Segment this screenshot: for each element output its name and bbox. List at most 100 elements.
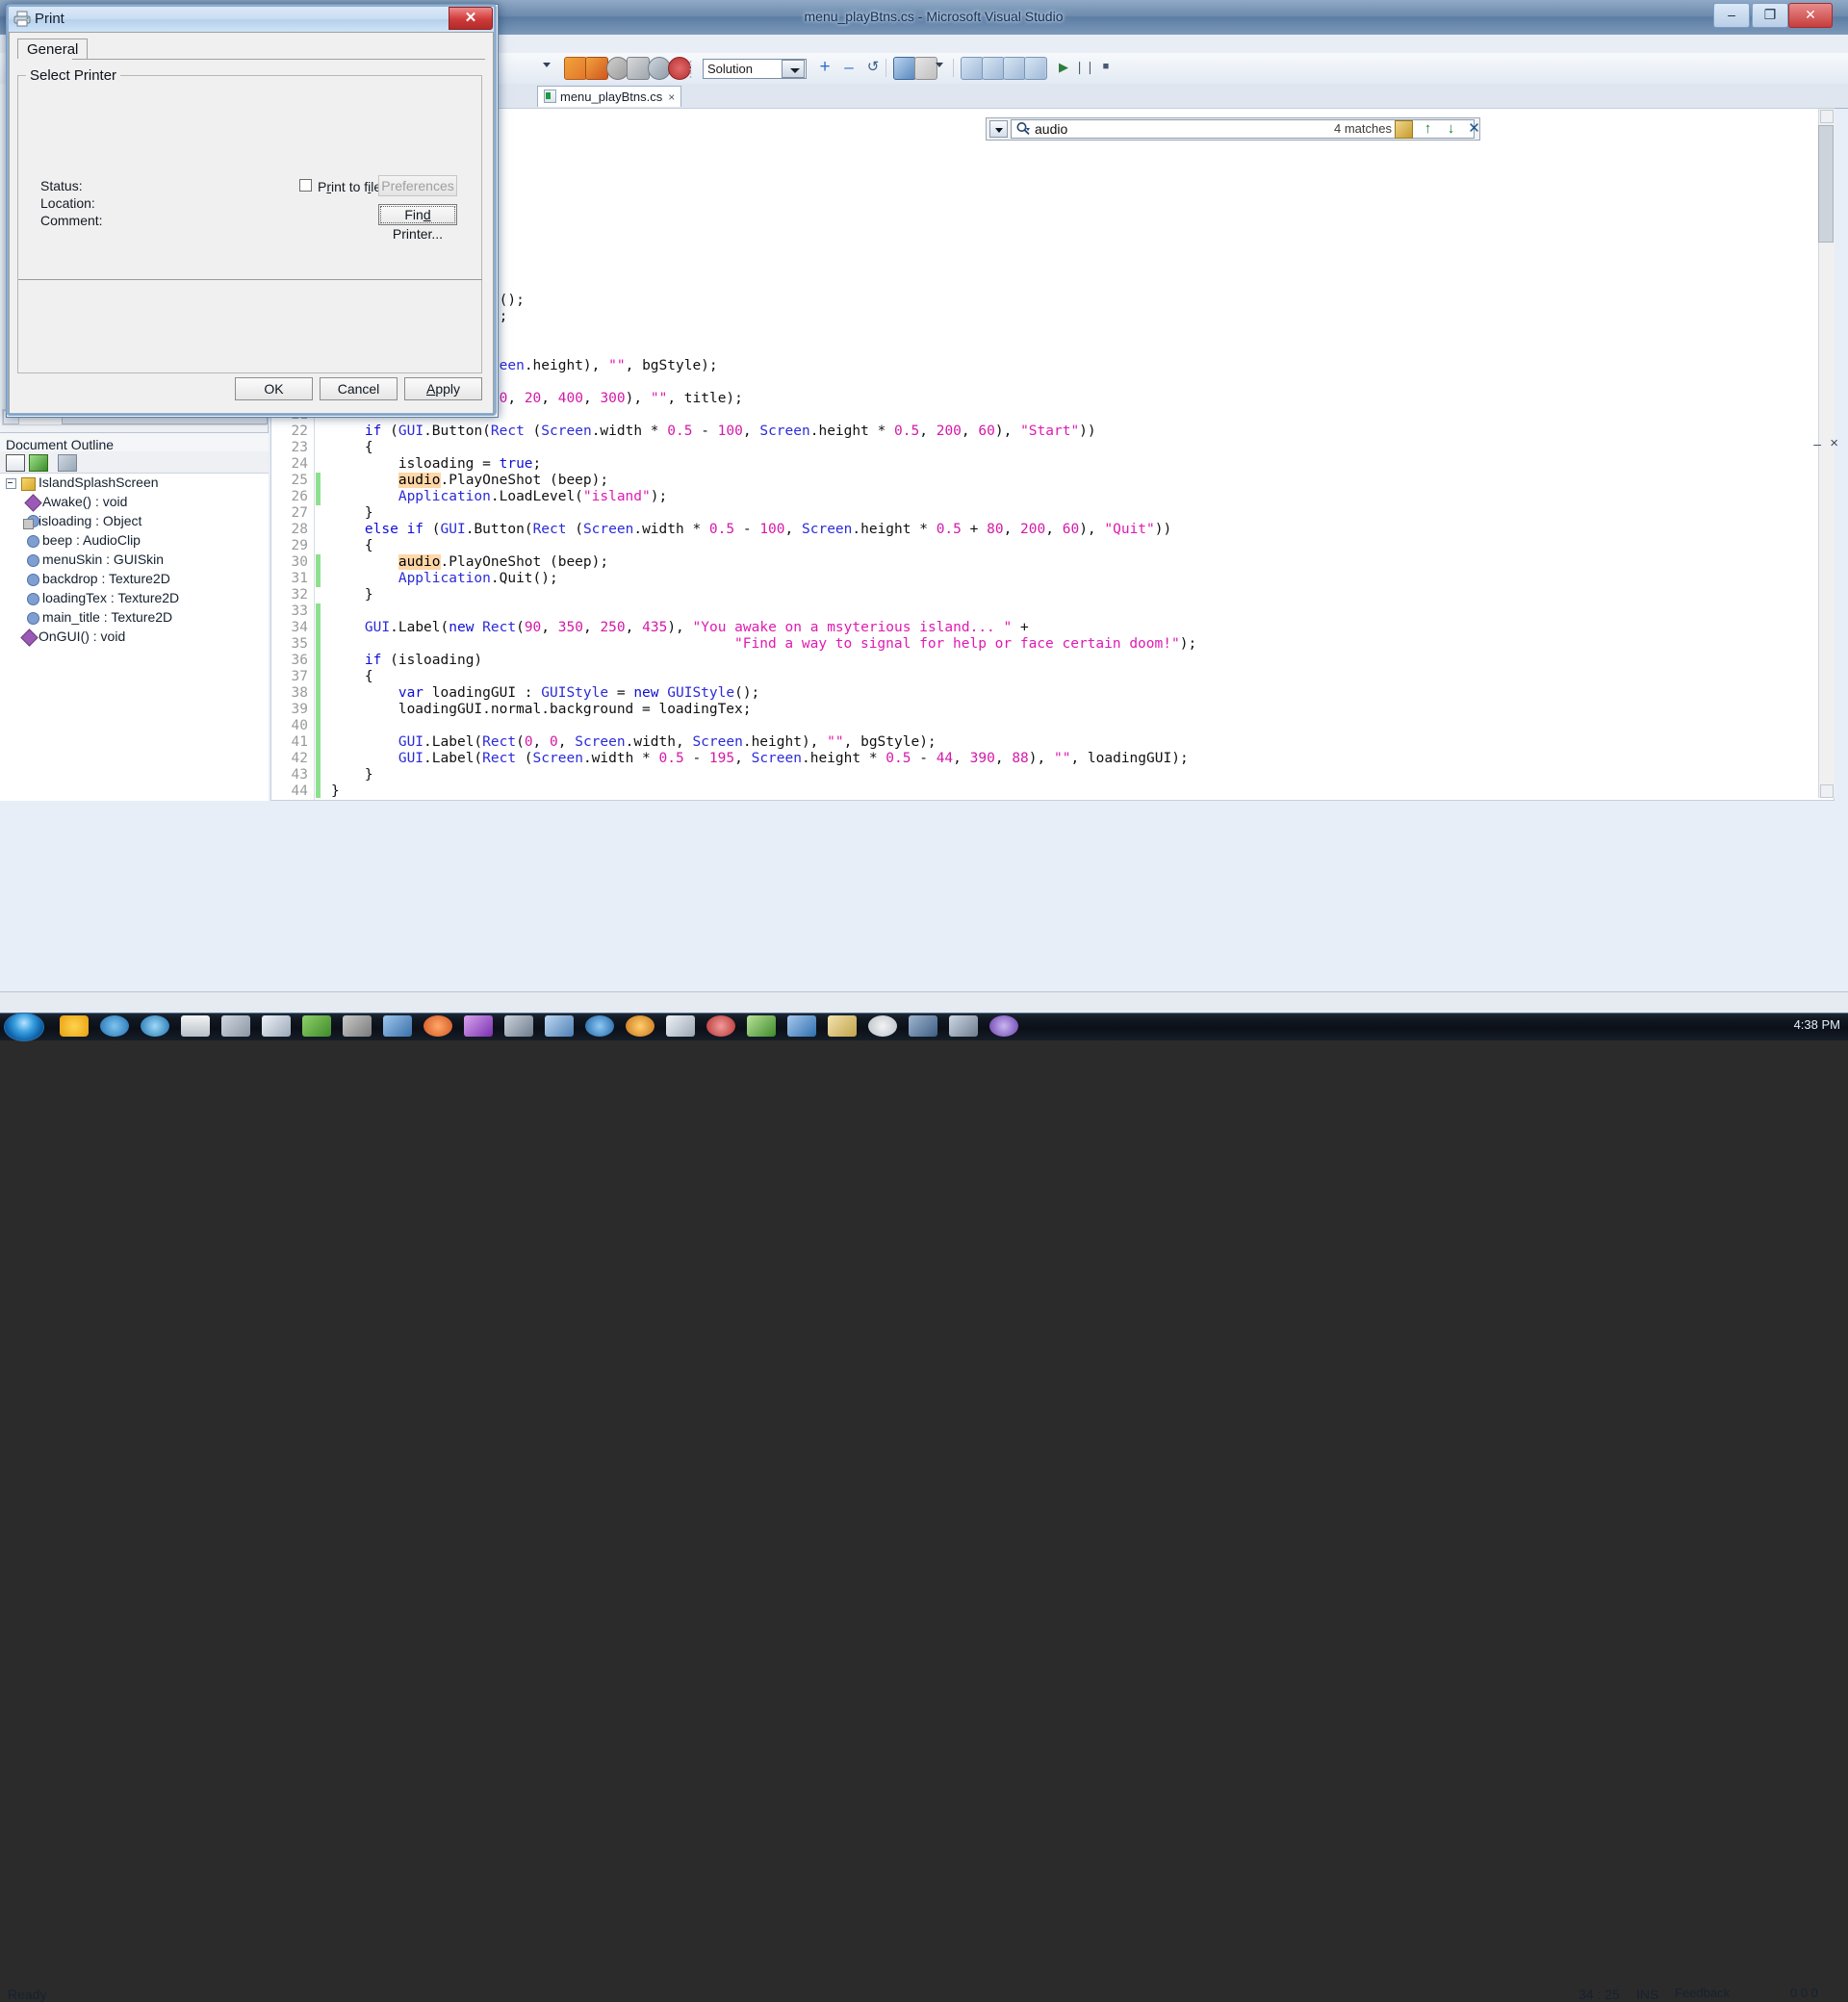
- taskbar-item-app8-icon[interactable]: [787, 1015, 816, 1037]
- find-options-chevron-down-icon[interactable]: [989, 120, 1008, 138]
- navigate-forward-icon[interactable]: [982, 57, 1005, 80]
- taskbar-item-ie-icon[interactable]: [141, 1015, 169, 1037]
- sort-alpha-icon[interactable]: [29, 454, 48, 472]
- change-indicator: [316, 669, 321, 685]
- taskbar-item-app9-icon[interactable]: [909, 1015, 937, 1037]
- close-button[interactable]: ✕: [1788, 3, 1833, 28]
- windows-start-orb-icon[interactable]: [4, 1013, 44, 1041]
- print-dialog-titlebar: [9, 7, 494, 32]
- status-cursor-position: 34 : 25: [1578, 1987, 1620, 2002]
- outline-item[interactable]: Awake() : void: [0, 493, 269, 512]
- line-number: 36: [291, 653, 308, 668]
- cancel-button[interactable]: Cancel: [320, 377, 398, 400]
- bookmark-icon[interactable]: [1395, 120, 1413, 139]
- chevron-down-icon[interactable]: [543, 63, 551, 67]
- preferences-button[interactable]: Preferences: [378, 175, 457, 196]
- speaker-icon[interactable]: [627, 57, 650, 80]
- add-icon[interactable]: +: [814, 57, 835, 78]
- outline-item-label: OnGUI() : void: [38, 629, 126, 644]
- printer-comment-label: Comment:: [40, 213, 103, 228]
- taskbar-item-office-icon[interactable]: [302, 1015, 331, 1037]
- document-outline-close-icon[interactable]: ×: [1830, 435, 1838, 451]
- taskbar-item-notes-icon[interactable]: [262, 1015, 291, 1037]
- stop-debug-icon[interactable]: ■: [1095, 57, 1116, 78]
- taskbar-item-app4-icon[interactable]: [585, 1015, 614, 1037]
- taskbar-item-app-icon[interactable]: [464, 1015, 493, 1037]
- list-view-icon[interactable]: [6, 454, 25, 472]
- expander-collapse-icon[interactable]: [6, 478, 16, 489]
- deploy-icon[interactable]: [564, 57, 587, 80]
- toolbar-overflow-chevron-down-icon[interactable]: [936, 63, 943, 67]
- ok-button[interactable]: OK: [235, 377, 313, 400]
- pause-icon[interactable]: ❘❘: [1074, 57, 1095, 78]
- deploy-all-icon[interactable]: [585, 57, 608, 80]
- toolbar-grip[interactable]: [689, 60, 692, 78]
- printer-list[interactable]: [18, 84, 480, 170]
- taskbar-clock[interactable]: 4:38 PM: [1794, 1017, 1840, 1032]
- taskbar-item-explorer-icon[interactable]: [181, 1015, 210, 1037]
- find-previous-icon[interactable]: ↑: [1420, 120, 1436, 137]
- maximize-button[interactable]: ❐: [1752, 3, 1788, 28]
- taskbar-item-folder-icon[interactable]: [828, 1015, 857, 1037]
- taskbar-item-app6-icon[interactable]: [666, 1015, 695, 1037]
- print-dialog-close-button[interactable]: ✕: [449, 7, 493, 30]
- comment-icon[interactable]: [1024, 57, 1047, 80]
- taskbar-item-app5-icon[interactable]: [626, 1015, 654, 1037]
- navigate-back-icon[interactable]: [961, 57, 984, 80]
- taskbar-item-app2-icon[interactable]: [504, 1015, 533, 1037]
- code-text: GUI.Label(Rect(0, 0, Screen.width, Scree…: [398, 734, 937, 750]
- taskbar-item-app7-icon[interactable]: [706, 1015, 735, 1037]
- editor-tab-close-icon[interactable]: ×: [668, 90, 675, 104]
- taskbar-item-browser-icon[interactable]: [100, 1015, 129, 1037]
- find-next-icon[interactable]: ↓: [1443, 120, 1459, 137]
- outline-item[interactable]: menuSkin : GUISkin: [0, 551, 269, 569]
- outline-item-label: loadingTex : Texture2D: [42, 590, 180, 605]
- outline-item[interactable]: backdrop : Texture2D: [0, 570, 269, 588]
- print-dialog-tab-general[interactable]: General: [17, 38, 89, 60]
- outline-root-item[interactable]: IslandSplashScreen: [0, 474, 269, 492]
- stop-icon[interactable]: [668, 57, 691, 80]
- editor-scrollbar-thumb[interactable]: [1818, 125, 1834, 243]
- outline-item[interactable]: loadingTex : Texture2D: [0, 589, 269, 607]
- outline-item-label: IslandSplashScreen: [38, 475, 159, 490]
- properties-icon[interactable]: [914, 57, 937, 80]
- outline-item[interactable]: isloading : Object: [0, 512, 269, 530]
- minimize-button[interactable]: –: [1713, 3, 1750, 28]
- scroll-up-arrow-icon[interactable]: [1820, 110, 1834, 123]
- taskbar-item-firefox-icon[interactable]: [424, 1015, 452, 1037]
- taskbar-item-tool-icon[interactable]: [383, 1015, 412, 1037]
- taskbar-item-star-icon[interactable]: [60, 1015, 89, 1037]
- code-text: audio.PlayOneShot (beep);: [398, 554, 609, 570]
- solution-combo-chevron-down-icon[interactable]: [782, 60, 805, 78]
- taskbar-item-archive-icon[interactable]: [343, 1015, 372, 1037]
- scroll-down-arrow-icon[interactable]: [1820, 784, 1834, 798]
- refresh-icon[interactable]: ↺: [862, 57, 884, 78]
- outline-item[interactable]: OnGUI() : void: [0, 628, 269, 647]
- run-icon[interactable]: ▶: [1053, 57, 1074, 78]
- save-icon[interactable]: [893, 57, 916, 80]
- apply-button[interactable]: Apply: [404, 377, 482, 400]
- status-feedback-button[interactable]: Feedback: [1675, 1986, 1730, 2000]
- outline-item[interactable]: beep : AudioClip: [0, 531, 269, 550]
- window-title: menu_playBtns.cs - Microsoft Visual Stud…: [804, 9, 1064, 24]
- bookmark-toggle-icon[interactable]: [1003, 57, 1026, 80]
- taskbar-item-media-icon[interactable]: [221, 1015, 250, 1037]
- taskbar-item-app10-icon[interactable]: [949, 1015, 978, 1037]
- line-number: 26: [291, 489, 308, 504]
- print-to-file-label[interactable]: Print to file: [318, 179, 381, 194]
- print-to-file-checkbox[interactable]: [299, 179, 312, 192]
- document-outline-minimize-icon[interactable]: –: [1813, 436, 1821, 451]
- outline-item[interactable]: main_title : Texture2D: [0, 608, 269, 627]
- find-printer-button[interactable]: Find Printer...: [378, 204, 457, 242]
- taskbar-item-chrome-icon[interactable]: [868, 1015, 897, 1037]
- code-text: loadingGUI.normal.background = loadingTe…: [398, 702, 752, 717]
- remove-icon[interactable]: –: [838, 57, 860, 78]
- taskbar-item-app11-icon[interactable]: [989, 1015, 1018, 1037]
- tools-icon[interactable]: [58, 454, 77, 472]
- editor-tab-menu-playbtns-cs[interactable]: menu_playBtns.cs ×: [537, 86, 682, 107]
- change-indicator: [316, 767, 321, 783]
- document-outline-tree[interactable]: IslandSplashScreen Awake() : void isloadin…: [0, 474, 269, 801]
- taskbar-item-excel-icon[interactable]: [747, 1015, 776, 1037]
- taskbar-item-app3-icon[interactable]: [545, 1015, 574, 1037]
- find-close-icon[interactable]: ✕: [1466, 120, 1482, 137]
